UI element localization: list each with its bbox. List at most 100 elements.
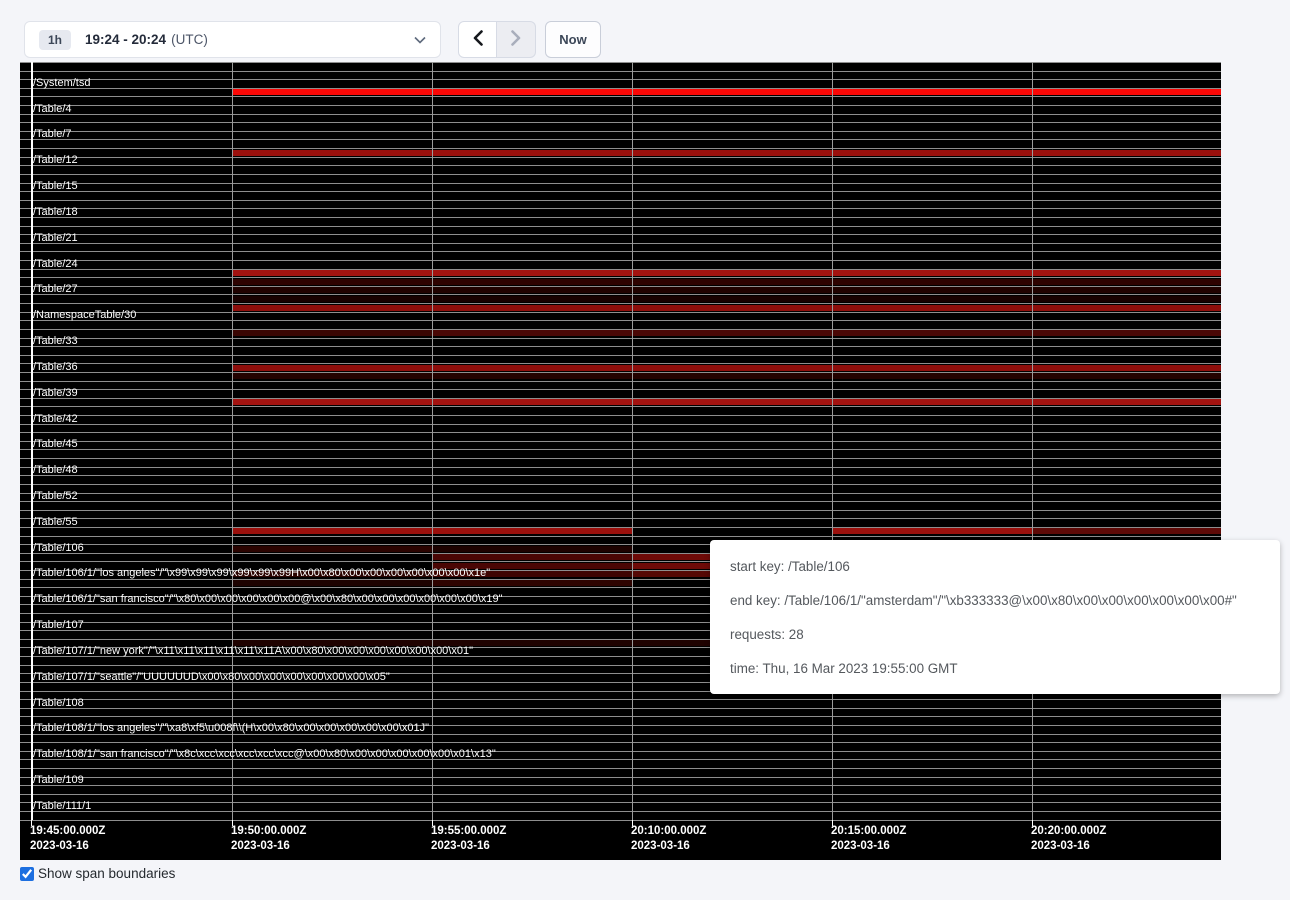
key-visualizer-page: { "toolbar": { "duration_badge": "1h", "… [0,0,1290,900]
span-boundary-line [20,389,1221,390]
heat-band[interactable] [232,287,1221,293]
axis-time-label: 19:45:00.000Z [30,825,105,837]
span-boundary-line [20,165,1221,166]
span-boundary-line [20,320,1221,321]
span-boundary-line [20,338,1221,339]
span-boundary-line [20,234,1221,235]
heat-band[interactable] [232,580,432,586]
span-boundary-line [20,269,1221,270]
heat-band[interactable] [232,89,1221,95]
heat-band[interactable] [232,296,1221,302]
chevron-down-icon [414,36,426,44]
span-boundary-line [20,79,1221,80]
span-boundary-line [20,191,1221,192]
span-boundary-line [20,484,1221,485]
heat-band[interactable] [232,279,1221,285]
key-visualizer-grid[interactable]: /System/tsd/Table/4/Table/7/Table/12/Tab… [20,62,1221,820]
timezone-text: (UTC) [171,32,208,47]
span-boundaries-toggle: Show span boundaries [20,866,175,881]
span-boundary-line [20,424,1221,425]
span-boundary-line [20,200,1221,201]
chevron-left-icon [472,30,484,49]
span-boundary-line [20,71,1221,72]
span-boundary-line [20,139,1221,140]
span-boundary-line [20,467,1221,468]
span-boundary-line [20,716,1221,717]
time-column-line [832,62,833,820]
show-span-boundaries-label[interactable]: Show span boundaries [38,866,175,881]
heat-band[interactable] [232,546,432,552]
span-label: /Table/27 [33,284,78,295]
span-label: /Table/107 [33,620,84,631]
span-label: /Table/107/1/"seattle"/"UUUUUUD\x00\x80\… [33,672,390,683]
heat-band[interactable] [432,330,1221,336]
span-label: /Table/55 [33,517,78,528]
span-label: /Table/106/1/"los angeles"/"\x99\x99\x99… [33,568,490,579]
span-boundary-line [20,148,1221,149]
span-boundary-line [20,372,1221,373]
heat-band[interactable] [432,546,632,552]
span-label: /System/tsd [33,78,90,89]
span-tooltip: start key: /Table/106 end key: /Table/10… [710,540,1280,694]
span-boundary-line [20,794,1221,795]
span-boundary-line [20,441,1221,442]
heat-band[interactable] [432,580,632,586]
chevron-right-icon [510,30,522,49]
span-boundary-line [20,398,1221,399]
heat-band[interactable] [432,554,632,560]
span-boundary-line [20,355,1221,356]
tooltip-start-key: start key: /Table/106 [730,550,1260,584]
time-range-text: 19:24 - 20:24 [85,32,166,47]
span-boundary-line [20,785,1221,786]
show-span-boundaries-checkbox[interactable] [20,867,34,881]
span-boundary-line [20,105,1221,106]
span-label: /Table/4 [33,104,72,115]
span-label: /Table/24 [33,259,78,270]
span-boundary-line [20,363,1221,364]
span-label: /Table/111/1 [33,801,91,812]
key-visualizer-canvas[interactable]: /System/tsd/Table/4/Table/7/Table/12/Tab… [20,62,1221,860]
span-boundary-line [20,329,1221,330]
tooltip-end-key: end key: /Table/106/1/"amsterdam"/"\xb33… [730,584,1260,618]
span-label: /NamespaceTable/30 [33,310,136,321]
span-boundary-line [20,742,1221,743]
span-boundary-line [20,510,1221,511]
now-button[interactable]: Now [545,21,601,58]
next-time-button[interactable] [497,21,536,58]
span-label: /Table/21 [33,233,78,244]
span-boundary-line [20,432,1221,433]
span-boundary-line [20,303,1221,304]
span-boundary-line [20,122,1221,123]
time-range-select[interactable]: 1h 19:24 - 20:24 (UTC) [24,21,441,58]
span-label: /Table/107/1/"new york"/"\x11\x11\x11\x1… [33,646,473,657]
heat-band[interactable] [232,270,1221,276]
heat-band[interactable] [1032,528,1221,534]
span-boundary-line [20,183,1221,184]
span-label: /Table/42 [33,414,78,425]
prev-time-button[interactable] [458,21,497,58]
axis-date-label: 2023-03-16 [831,840,890,852]
span-label: /Table/106/1/"san francisco"/"\x80\x00\x… [33,594,503,605]
heat-band[interactable] [832,528,1032,534]
axis-date-label: 2023-03-16 [431,840,490,852]
span-boundary-line [20,96,1221,97]
axis-date-label: 2023-03-16 [231,840,290,852]
span-boundary-line [20,475,1221,476]
span-label: /Table/108/1/"los angeles"/"\xa8\xf5\u00… [33,723,429,734]
tooltip-time: time: Thu, 16 Mar 2023 19:55:00 GMT [730,652,1260,686]
span-boundary-line [20,260,1221,261]
span-label: /Table/109 [33,775,84,786]
heat-band[interactable] [232,305,1221,311]
span-boundary-line [20,708,1221,709]
axis-time-label: 20:10:00.000Z [631,825,706,837]
time-column-line [632,62,633,820]
heat-band[interactable] [232,399,1221,405]
heat-band[interactable] [232,373,1221,379]
span-boundary-line [20,415,1221,416]
heat-band[interactable] [232,330,432,336]
span-boundary-line [20,174,1221,175]
span-boundary-line [20,286,1221,287]
span-boundary-line [20,699,1221,700]
heat-band[interactable] [232,150,1221,156]
heat-band[interactable] [232,365,1221,371]
